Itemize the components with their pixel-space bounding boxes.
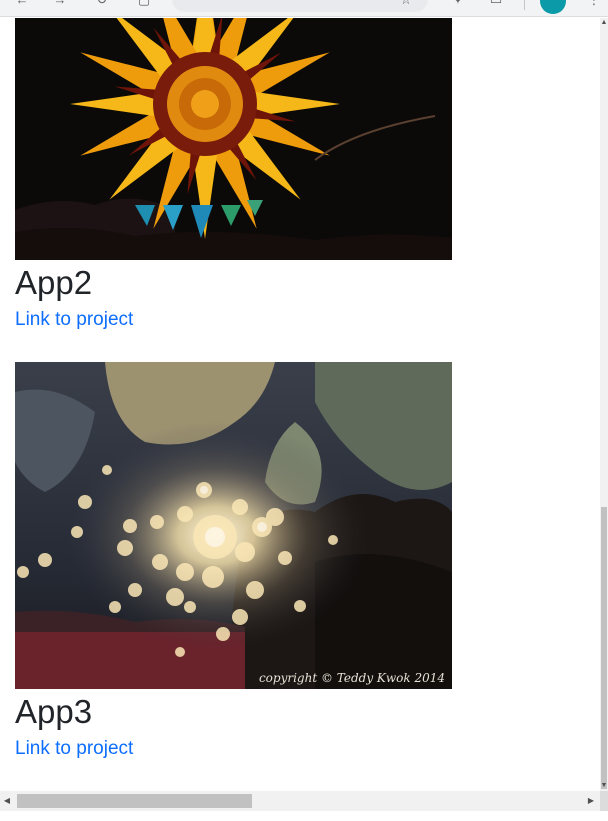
image-caption: copyright © Teddy Kwok 2014 <box>259 671 445 685</box>
scroll-left-arrow-icon[interactable]: ◀ <box>0 791 14 811</box>
extension-puzzle-icon[interactable]: ✦ <box>450 0 466 8</box>
avatar[interactable] <box>540 0 566 14</box>
project-link[interactable]: Link to project <box>15 738 133 760</box>
browser-toolbar: ← → ↻ ▢ ☆ ✦ ▭ ⋮ <box>0 0 608 17</box>
scrollbar-corner <box>600 791 608 811</box>
reload-icon[interactable]: ↻ <box>94 0 110 8</box>
vertical-scrollbar-thumb[interactable] <box>601 507 607 789</box>
project-image-bokeh: copyright © Teddy Kwok 2014 <box>15 362 452 689</box>
project-card-app3: copyright © Teddy Kwok 2014 App3 Link to… <box>15 362 452 760</box>
project-image-sunflower <box>15 18 452 260</box>
toolbar-divider <box>524 0 525 10</box>
window-bottom-edge <box>0 811 608 821</box>
project-link[interactable]: Link to project <box>15 309 133 331</box>
page-icon[interactable]: ▢ <box>136 0 152 8</box>
side-panel-icon[interactable]: ▭ <box>488 0 504 8</box>
project-title: App3 <box>15 693 93 730</box>
vertical-scrollbar[interactable]: ▲ ▼ <box>600 18 608 791</box>
kebab-menu-icon[interactable]: ⋮ <box>586 0 602 8</box>
scroll-down-arrow-icon[interactable]: ▼ <box>600 781 608 791</box>
back-arrow-icon[interactable]: ← <box>14 0 30 8</box>
star-icon[interactable]: ☆ <box>398 0 414 8</box>
scroll-up-arrow-icon[interactable]: ▲ <box>600 18 608 28</box>
horizontal-scrollbar[interactable]: ◀ ▶ <box>0 791 600 811</box>
page-viewport: App2 Link to project copyright © Teddy K… <box>0 18 600 791</box>
address-bar[interactable] <box>172 0 428 12</box>
project-title: App2 <box>15 264 93 301</box>
scroll-right-arrow-icon[interactable]: ▶ <box>584 791 598 811</box>
horizontal-scrollbar-thumb[interactable] <box>17 794 252 808</box>
project-card-app2: App2 Link to project <box>15 18 452 331</box>
forward-arrow-icon[interactable]: → <box>52 0 68 8</box>
